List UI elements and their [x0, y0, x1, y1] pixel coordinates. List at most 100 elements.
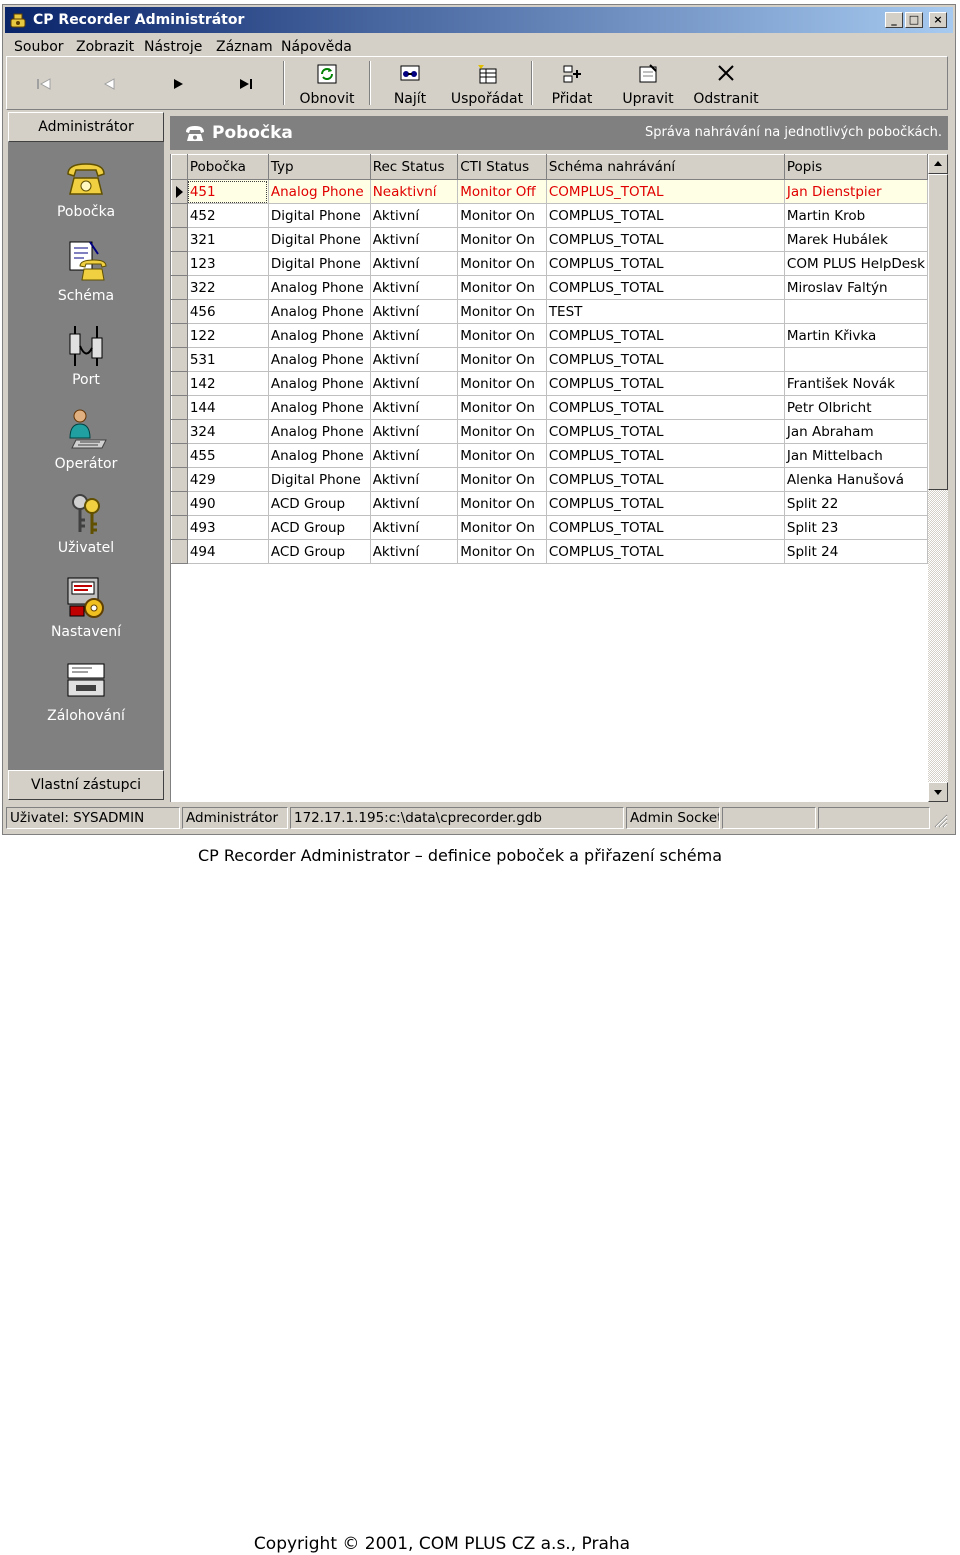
- cell-cti-status[interactable]: Monitor On: [457, 371, 547, 396]
- cell-rec-status[interactable]: Aktivní: [370, 467, 459, 492]
- table-row[interactable]: 321 Digital Phone Aktivní Monitor On COMPLUS…: [171, 227, 928, 252]
- cell-typ[interactable]: ACD Group: [268, 515, 371, 540]
- cell-popis[interactable]: Split 22: [784, 491, 928, 516]
- row-indicator[interactable]: [171, 179, 188, 204]
- cell-typ[interactable]: ACD Group: [268, 539, 371, 564]
- cell-schema[interactable]: COMPLUS_TOTAL: [546, 227, 785, 252]
- minimize-button[interactable]: _: [885, 12, 903, 28]
- cell-popis[interactable]: Alenka Hanušová: [784, 467, 928, 492]
- column-header-typ[interactable]: Typ: [267, 154, 371, 180]
- row-indicator[interactable]: [171, 443, 188, 468]
- cell-schema[interactable]: COMPLUS_TOTAL: [546, 203, 785, 228]
- refresh-button[interactable]: Obnovit: [291, 57, 363, 109]
- cell-rec-status[interactable]: Aktivní: [370, 323, 459, 348]
- scroll-thumb[interactable]: [928, 174, 948, 490]
- table-row[interactable]: 455 Analog Phone Aktivní Monitor On COMPLUS_…: [171, 443, 928, 468]
- cell-popis[interactable]: Split 24: [784, 539, 928, 564]
- cell-pobocka[interactable]: 452: [187, 203, 269, 228]
- cell-schema[interactable]: COMPLUS_TOTAL: [546, 323, 785, 348]
- cell-cti-status[interactable]: Monitor On: [457, 443, 547, 468]
- sidebar-item-nastaveni[interactable]: Nastavení: [8, 576, 164, 656]
- row-indicator[interactable]: [171, 323, 188, 348]
- cell-popis[interactable]: Jan Dienstpier: [784, 179, 928, 204]
- scroll-down-button[interactable]: [928, 782, 948, 802]
- table-row[interactable]: 429 Digital Phone Aktivní Monitor On COMPLUS…: [171, 467, 928, 492]
- cell-rec-status[interactable]: Aktivní: [370, 299, 459, 324]
- cell-typ[interactable]: Digital Phone: [268, 467, 371, 492]
- cell-schema[interactable]: TEST: [546, 299, 785, 324]
- sidebar-item-zalohovani[interactable]: Zálohování: [8, 660, 164, 740]
- column-header-schema[interactable]: Schéma nahrávání: [545, 154, 785, 180]
- resize-grip-icon[interactable]: [932, 812, 948, 828]
- cell-rec-status[interactable]: Aktivní: [370, 443, 459, 468]
- cell-pobocka[interactable]: 490: [187, 491, 269, 516]
- row-indicator[interactable]: [171, 491, 188, 516]
- find-button[interactable]: Najít: [377, 57, 443, 109]
- cell-rec-status[interactable]: Aktivní: [370, 347, 459, 372]
- row-indicator[interactable]: [171, 251, 188, 276]
- table-row[interactable]: 322 Analog Phone Aktivní Monitor On COMPLUS_…: [171, 275, 928, 300]
- cell-schema[interactable]: COMPLUS_TOTAL: [546, 251, 785, 276]
- row-indicator[interactable]: [171, 203, 188, 228]
- cell-popis[interactable]: Split 23: [784, 515, 928, 540]
- cell-popis[interactable]: Miroslav Faltýn: [784, 275, 928, 300]
- cell-popis[interactable]: Martin Křivka: [784, 323, 928, 348]
- delete-button[interactable]: Odstranit: [687, 57, 765, 109]
- column-header-popis[interactable]: Popis: [783, 154, 928, 180]
- table-row[interactable]: 456 Analog Phone Aktivní Monitor On TEST: [171, 299, 928, 324]
- cell-popis[interactable]: František Novák: [784, 371, 928, 396]
- cell-schema[interactable]: COMPLUS_TOTAL: [546, 347, 785, 372]
- cell-typ[interactable]: Digital Phone: [268, 203, 371, 228]
- cell-pobocka[interactable]: 322: [187, 275, 269, 300]
- cell-typ[interactable]: Analog Phone: [268, 443, 371, 468]
- cell-pobocka[interactable]: 429: [187, 467, 269, 492]
- table-row[interactable]: 493 ACD Group Aktivní Monitor On COMPLUS_TOT…: [171, 515, 928, 540]
- table-row[interactable]: 490 ACD Group Aktivní Monitor On COMPLUS_TOT…: [171, 491, 928, 516]
- cell-rec-status[interactable]: Aktivní: [370, 419, 459, 444]
- cell-cti-status[interactable]: Monitor On: [457, 539, 547, 564]
- row-indicator[interactable]: [171, 419, 188, 444]
- table-row[interactable]: 452 Digital Phone Aktivní Monitor On COMPLUS…: [171, 203, 928, 228]
- cell-rec-status[interactable]: Aktivní: [370, 515, 459, 540]
- row-indicator[interactable]: [171, 227, 188, 252]
- cell-typ[interactable]: Analog Phone: [268, 323, 371, 348]
- sidebar-item-pobocka[interactable]: Pobočka: [8, 156, 164, 236]
- maximize-button[interactable]: □: [905, 12, 923, 28]
- cell-schema[interactable]: COMPLUS_TOTAL: [546, 179, 785, 204]
- row-indicator[interactable]: [171, 275, 188, 300]
- sidebar-item-port[interactable]: Port: [8, 324, 164, 404]
- cell-schema[interactable]: COMPLUS_TOTAL: [546, 395, 785, 420]
- cell-typ[interactable]: ACD Group: [268, 491, 371, 516]
- cell-pobocka[interactable]: 451: [187, 179, 269, 204]
- table-row[interactable]: 494 ACD Group Aktivní Monitor On COMPLUS_TOT…: [171, 539, 928, 564]
- cell-pobocka[interactable]: 494: [187, 539, 269, 564]
- cell-popis[interactable]: Martin Krob: [784, 203, 928, 228]
- cell-pobocka[interactable]: 321: [187, 227, 269, 252]
- cell-rec-status[interactable]: Neaktivní: [370, 179, 459, 204]
- cell-cti-status[interactable]: Monitor On: [457, 467, 547, 492]
- cell-rec-status[interactable]: Aktivní: [370, 395, 459, 420]
- cell-pobocka[interactable]: 324: [187, 419, 269, 444]
- sidebar-item-uzivatel[interactable]: Uživatel: [8, 492, 164, 572]
- cell-rec-status[interactable]: Aktivní: [370, 371, 459, 396]
- cell-schema[interactable]: COMPLUS_TOTAL: [546, 491, 785, 516]
- sidebar-item-schema[interactable]: Schéma: [8, 240, 164, 320]
- cell-typ[interactable]: Analog Phone: [268, 275, 371, 300]
- cell-cti-status[interactable]: Monitor Off: [457, 179, 547, 204]
- row-indicator[interactable]: [171, 395, 188, 420]
- cell-typ[interactable]: Analog Phone: [268, 371, 371, 396]
- row-indicator[interactable]: [171, 371, 188, 396]
- cell-popis[interactable]: COM PLUS HelpDesk: [784, 251, 928, 276]
- row-indicator[interactable]: [171, 347, 188, 372]
- row-indicator[interactable]: [171, 539, 188, 564]
- cell-cti-status[interactable]: Monitor On: [457, 227, 547, 252]
- cell-popis[interactable]: Jan Abraham: [784, 419, 928, 444]
- table-row[interactable]: 144 Analog Phone Aktivní Monitor On COMPLUS_…: [171, 395, 928, 420]
- cell-cti-status[interactable]: Monitor On: [457, 395, 547, 420]
- cell-typ[interactable]: Analog Phone: [268, 347, 371, 372]
- cell-schema[interactable]: COMPLUS_TOTAL: [546, 275, 785, 300]
- cell-popis[interactable]: [784, 299, 928, 324]
- cell-cti-status[interactable]: Monitor On: [457, 275, 547, 300]
- cell-schema[interactable]: COMPLUS_TOTAL: [546, 419, 785, 444]
- table-row[interactable]: 122 Analog Phone Aktivní Monitor On COMPLUS_…: [171, 323, 928, 348]
